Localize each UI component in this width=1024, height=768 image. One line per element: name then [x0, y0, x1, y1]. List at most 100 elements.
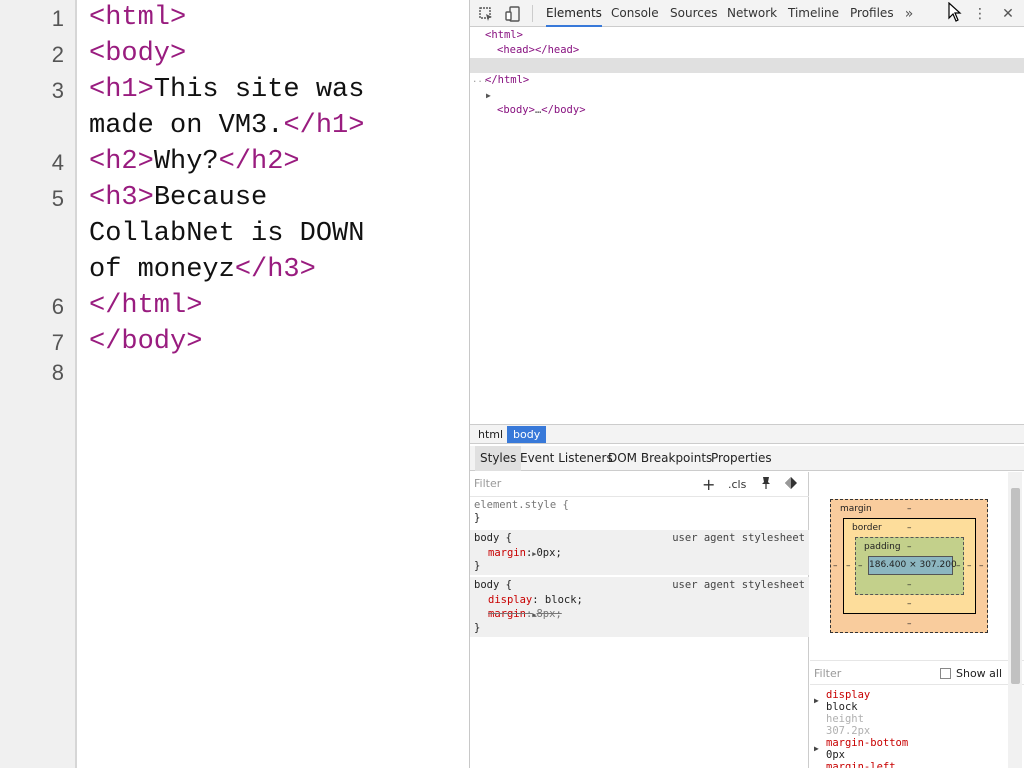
expand-arrow-icon[interactable]: ▶: [814, 743, 819, 755]
inspect-element-icon[interactable]: [476, 4, 496, 23]
property-name: margin: [488, 547, 526, 559]
box-model-content[interactable]: 186.400 × 307.200: [868, 556, 957, 575]
device-mode-icon[interactable]: [503, 4, 523, 23]
pin-icon[interactable]: [760, 476, 772, 493]
box-model-border-label: border: [852, 523, 882, 533]
code-line[interactable]: of moneyz</h3>: [89, 252, 459, 288]
property-value: 8px;: [536, 608, 562, 620]
dom-node-html-close[interactable]: </html>: [470, 73, 1024, 88]
code-token: <h3>: [89, 183, 154, 213]
dom-node-body[interactable]: ... ▶ <body>…</body>: [470, 58, 1024, 116]
rule-source[interactable]: user agent stylesheet: [672, 579, 805, 591]
dom-tree: <html> <head></head> ... ▶ <body>…</body…: [470, 28, 1024, 424]
style-property[interactable]: margin:▶0px;: [488, 547, 562, 560]
style-rule-body[interactable]: body { user agent stylesheet display: bl…: [470, 577, 809, 637]
tab-sources[interactable]: Sources: [670, 0, 717, 27]
dom-tag: <html>: [485, 29, 523, 41]
code-line[interactable]: CollabNet is DOWN: [89, 216, 459, 252]
computed-property[interactable]: ▶ display block: [810, 689, 1010, 713]
rule-close: }: [474, 560, 481, 572]
margin-right-value: –: [979, 561, 984, 571]
styles-filter-input[interactable]: Filter: [474, 477, 501, 490]
box-model-border[interactable]: border – – – – padding – – – – 186.400 ×…: [843, 518, 976, 614]
show-all-checkbox[interactable]: [940, 668, 951, 679]
code-line[interactable]: </body>: [89, 324, 459, 360]
border-right-value: –: [967, 561, 972, 571]
computed-pane: margin – – – – border – – – – padding – …: [810, 472, 1024, 768]
code-line[interactable]: <body>: [89, 36, 459, 72]
computed-property-name: display: [826, 689, 871, 701]
breadcrumb-body[interactable]: body: [507, 426, 547, 443]
padding-top-value: –: [907, 542, 912, 552]
code-token: </h1>: [283, 111, 365, 141]
computed-scrollbar[interactable]: [1008, 472, 1022, 768]
breadcrumb: html body: [470, 424, 1024, 444]
breadcrumb-html[interactable]: html: [472, 426, 509, 443]
devtools-panel: Elements Console Sources Network Timelin…: [470, 0, 1024, 768]
padding-bottom-value: –: [907, 580, 912, 590]
box-model-margin-label: margin: [840, 504, 872, 514]
dom-node-head[interactable]: <head></head>: [470, 43, 1024, 58]
color-format-icon[interactable]: [784, 476, 798, 493]
computed-property-name: margin-bottom: [826, 737, 909, 749]
tab-properties[interactable]: Properties: [706, 446, 777, 471]
code-token: <html>: [89, 3, 187, 33]
menu-icon[interactable]: ⋮: [970, 4, 990, 23]
style-property[interactable]: display: block;: [488, 594, 583, 606]
code-editor[interactable]: 1 2 3 4 5 6 7 8 <html> <body> <h1>This s…: [0, 0, 470, 768]
computed-filter-input[interactable]: Filter: [814, 667, 841, 680]
style-rule-body[interactable]: body { user agent stylesheet margin:▶0px…: [470, 530, 809, 575]
class-toggle-button[interactable]: .cls: [728, 476, 746, 493]
tab-profiles[interactable]: Profiles: [850, 0, 894, 27]
style-rule-element[interactable]: element.style { }: [470, 499, 809, 527]
margin-left-value: –: [833, 561, 838, 571]
style-property-overridden[interactable]: margin:▶8px;: [488, 608, 562, 621]
tab-timeline[interactable]: Timeline: [788, 0, 839, 27]
computed-property[interactable]: height 307.2px: [810, 713, 1010, 737]
box-model-padding[interactable]: padding – – – – 186.400 × 307.200: [855, 537, 964, 595]
computed-property[interactable]: margin-left: [810, 761, 1010, 768]
box-model-margin[interactable]: margin – – – – border – – – – padding – …: [830, 499, 988, 633]
code-token: <h2>: [89, 147, 154, 177]
dom-tag: <head>: [497, 44, 535, 56]
rule-close: }: [474, 622, 481, 634]
styles-filter-row: Filter + .cls: [470, 472, 809, 497]
more-tabs-icon[interactable]: »: [899, 4, 919, 23]
tab-console[interactable]: Console: [611, 0, 659, 27]
tab-elements[interactable]: Elements: [546, 0, 602, 27]
scrollbar-thumb[interactable]: [1011, 488, 1020, 684]
rule-selector: body {: [474, 532, 512, 544]
line-number-2: 2: [51, 42, 64, 67]
close-icon[interactable]: ✕: [998, 4, 1018, 23]
new-style-rule-icon[interactable]: +: [702, 476, 715, 493]
rule-source[interactable]: user agent stylesheet: [672, 532, 805, 544]
line-number-1: 1: [51, 6, 64, 31]
code-line[interactable]: <h1>This site was: [89, 72, 459, 108]
code-token: This site was: [153, 75, 365, 105]
rule-selector: body {: [474, 579, 512, 591]
computed-filter-row: Filter Show all: [810, 660, 1024, 685]
dom-node-html[interactable]: <html>: [470, 28, 1024, 43]
dom-tag: </html>: [485, 74, 530, 86]
border-bottom-value: –: [907, 599, 912, 609]
tab-network[interactable]: Network: [727, 0, 777, 27]
code-line[interactable]: <h3>Because: [89, 180, 459, 216]
code-token: Because: [153, 183, 268, 213]
code-line[interactable]: <h2>Why?</h2>: [89, 144, 459, 180]
expand-arrow-icon[interactable]: ▶: [486, 88, 491, 103]
expand-arrow-icon[interactable]: ▶: [814, 695, 819, 707]
rule-close: }: [474, 512, 481, 524]
margin-top-value: –: [907, 504, 912, 514]
computed-property-value: block: [826, 701, 858, 713]
margin-bottom-value: –: [907, 619, 912, 629]
code-token: made on VM3.: [89, 111, 284, 141]
tab-dom-breakpoints[interactable]: DOM Breakpoints: [603, 446, 717, 471]
dom-tag: <body>: [497, 104, 535, 116]
dom-tag: </head>: [534, 44, 580, 56]
code-line[interactable]: <html>: [89, 0, 459, 36]
padding-left-value: –: [858, 561, 863, 571]
computed-property[interactable]: ▶ margin-bottom 0px: [810, 737, 1010, 761]
code-line[interactable]: </html>: [89, 288, 459, 324]
code-line[interactable]: made on VM3.</h1>: [89, 108, 459, 144]
line-number-6: 6: [51, 294, 64, 319]
